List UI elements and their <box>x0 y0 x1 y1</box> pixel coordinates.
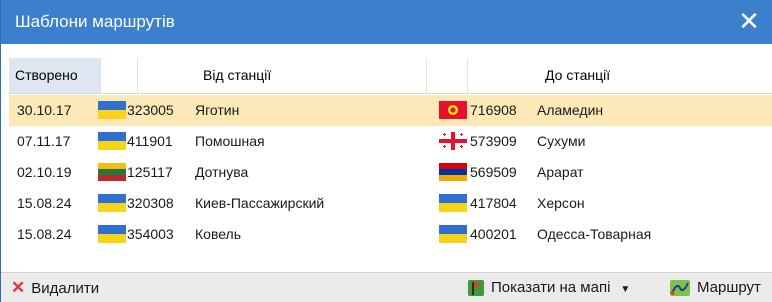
from-station-code: 320308 <box>127 195 174 211</box>
ukraine-flag-icon <box>439 194 467 212</box>
column-header-from-code[interactable] <box>137 58 187 93</box>
table-row[interactable]: 02.10.19 125117 Дотнува 569509 Арарат <box>9 157 772 188</box>
to-station-code: 569509 <box>470 164 517 180</box>
created-date: 07.11.17 <box>17 133 71 149</box>
show-on-map-button[interactable]: Показати на мапі ▼ <box>467 273 630 302</box>
to-station-code: 573909 <box>470 133 517 149</box>
route-icon <box>670 280 690 297</box>
column-header-created[interactable]: Створено <box>9 58 101 93</box>
table-row[interactable]: 07.11.17 411901 Помошная 573909 Сухуми <box>9 126 772 157</box>
from-station-code: 323005 <box>127 102 174 118</box>
close-button[interactable]: ✕ <box>733 6 765 38</box>
to-station-name: Херсон <box>537 195 585 211</box>
table-row[interactable]: 15.08.24 320308 Киев-Пассажирский 417804 Хер… <box>9 188 772 219</box>
delete-button[interactable]: ✕ Видалити <box>11 273 99 302</box>
from-station-name: Помошная <box>195 133 265 149</box>
from-station-code: 354003 <box>127 226 174 242</box>
from-station-code: 125117 <box>127 164 173 180</box>
column-header-to-station[interactable]: До станції <box>531 58 772 93</box>
ukraine-flag-icon <box>439 225 467 243</box>
kyrgyzstan-flag-icon <box>439 101 467 119</box>
show-on-map-label: Показати на мапі <box>491 279 611 296</box>
created-date: 15.08.24 <box>17 195 72 211</box>
to-station-code: 417804 <box>470 195 517 211</box>
georgia-flag-icon <box>439 132 467 150</box>
close-icon: ✕ <box>738 6 760 36</box>
title-bar: Шаблони маршрутів ✕ <box>1 0 772 44</box>
to-station-name: Арарат <box>537 164 584 180</box>
ukraine-flag-icon <box>98 132 126 150</box>
delete-icon: ✕ <box>11 278 26 297</box>
to-station-name: Сухуми <box>537 133 586 149</box>
to-station-name: Аламедин <box>537 102 604 118</box>
armenia-flag-icon <box>439 163 467 181</box>
from-station-name: Киев-Пассажирский <box>195 195 325 211</box>
ukraine-flag-icon <box>98 194 126 212</box>
route-templates-window: Шаблони маршрутів ✕ Створено Від станції… <box>0 0 772 302</box>
to-station-code: 716908 <box>470 102 517 118</box>
dropdown-caret-icon[interactable]: ▼ <box>620 284 630 295</box>
created-date: 15.08.24 <box>17 226 72 242</box>
map-flag-icon <box>468 280 484 297</box>
from-station-name: Дотнува <box>195 164 249 180</box>
ukraine-flag-icon <box>98 225 126 243</box>
created-date: 30.10.17 <box>17 102 72 118</box>
lithuania-flag-icon <box>98 163 126 181</box>
column-header-from-flag[interactable] <box>101 58 138 93</box>
table-header: Створено Від станції До станції <box>9 58 772 94</box>
ukraine-flag-icon <box>98 101 126 119</box>
to-station-name: Одесса-Товарная <box>537 226 652 242</box>
delete-label: Видалити <box>31 280 100 297</box>
created-date: 02.10.19 <box>17 164 72 180</box>
table-row[interactable]: 30.10.17 323005 Яготин 716908 Аламедин <box>9 95 772 126</box>
from-station-name: Ковель <box>195 226 242 242</box>
to-station-code: 400201 <box>470 226 517 242</box>
column-header-from-station[interactable]: Від станції <box>187 58 427 93</box>
from-station-name: Яготин <box>195 102 240 118</box>
column-header-to-flag[interactable] <box>427 58 468 93</box>
route-label: Маршрут <box>697 279 761 296</box>
routes-table-body: 30.10.17 323005 Яготин 716908 Аламедин 07.11.… <box>9 95 772 250</box>
bottom-toolbar: ✕ Видалити Показати на мапі ▼ Маршрут <box>1 272 772 302</box>
window-title: Шаблони маршрутів <box>15 12 175 31</box>
table-row[interactable]: 15.08.24 354003 Ковель 400201 Одесса-Товарна… <box>9 219 772 250</box>
route-button[interactable]: Маршрут <box>669 273 761 302</box>
from-station-code: 411901 <box>127 133 173 149</box>
column-header-to-code[interactable] <box>467 58 531 93</box>
